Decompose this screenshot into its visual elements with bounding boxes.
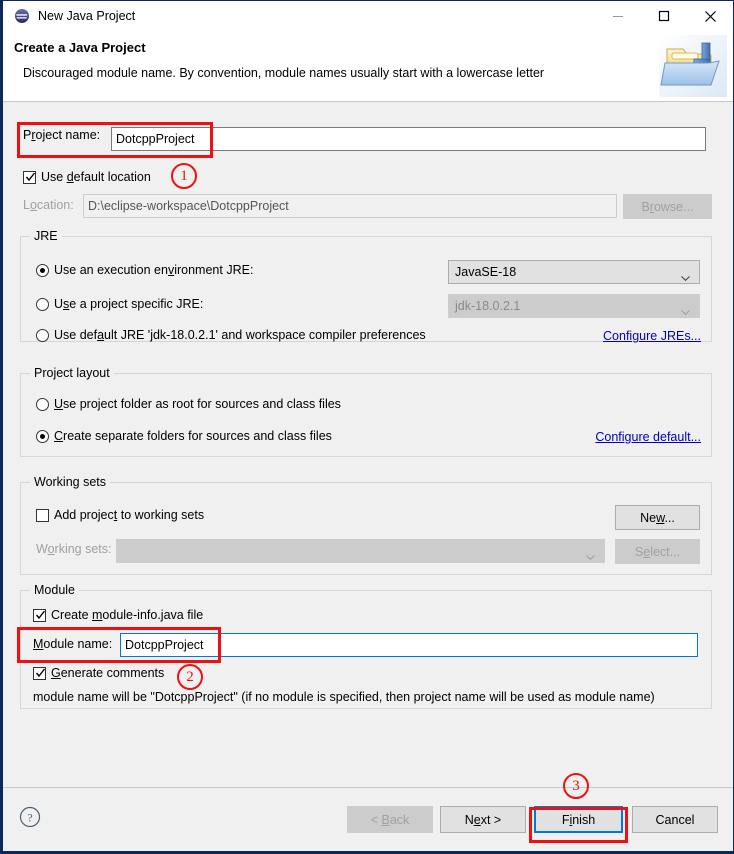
working-sets-group-title: Working sets [30, 475, 111, 489]
working-sets-label: Working sets: [36, 542, 112, 556]
module-name-value: DotcppProject [125, 638, 204, 652]
jre-group: JRE Use an execution environment JRE: Ja… [20, 229, 712, 343]
project-layout-group-title: Project layout [30, 366, 114, 380]
chevron-down-icon [681, 304, 690, 316]
page-description: Discouraged module name. By convention, … [23, 66, 545, 80]
location-label: Location: [23, 198, 74, 212]
finish-button[interactable]: Finish [534, 806, 623, 833]
configure-default-link[interactable]: Configure default... [595, 430, 701, 444]
help-icon[interactable]: ? [19, 806, 41, 828]
layout-option-separate-folders[interactable]: Create separate folders for sources and … [36, 429, 332, 443]
module-group-title: Module [30, 583, 79, 597]
module-name-label: Module name: [33, 637, 113, 651]
radio-button [36, 297, 49, 311]
location-value: D:\eclipse-workspace\DotcppProject [88, 199, 289, 213]
execution-environment-value: JavaSE-18 [455, 265, 517, 279]
chevron-down-icon [586, 549, 595, 561]
next-button[interactable]: Next > [440, 806, 526, 833]
module-group: Module Create module-info.java file Modu… [20, 583, 712, 709]
chevron-down-icon [681, 270, 690, 282]
project-name-input[interactable]: DotcppProject [111, 127, 706, 151]
project-layout-group: Project layout Use project folder as roo… [20, 366, 712, 457]
title-bar: New Java Project [3, 1, 733, 31]
layout-option-project-folder-root[interactable]: Use project folder as root for sources a… [36, 397, 341, 411]
checkbox-box [36, 508, 49, 522]
dialog-footer: ? < Back Next > Finish Cancel [3, 787, 733, 851]
cancel-button[interactable]: Cancel [632, 806, 718, 833]
window-controls [595, 1, 733, 31]
add-project-to-working-sets-checkbox[interactable]: Add project to working sets [36, 508, 204, 522]
checkbox-box [33, 666, 46, 680]
checkbox-box [33, 608, 46, 622]
new-working-set-button[interactable]: New... [615, 505, 700, 530]
jre-group-title: JRE [30, 229, 62, 243]
radio-button [36, 397, 49, 411]
browse-button[interactable]: Browse... [623, 194, 712, 219]
project-specific-jre-value: jdk-18.0.2.1 [455, 299, 521, 313]
radio-button [36, 263, 49, 277]
maximize-button[interactable] [641, 1, 687, 31]
java-project-folder-icon [659, 35, 727, 97]
project-name-label: Project name: [23, 128, 101, 142]
jre-option-default[interactable]: Use default JRE 'jdk-18.0.2.1' and works… [36, 328, 426, 342]
jre-option-project-specific[interactable]: Use a project specific JRE: [36, 297, 203, 311]
working-sets-combo[interactable] [116, 539, 605, 563]
use-default-location-checkbox[interactable]: Use default location [23, 170, 151, 184]
new-java-project-dialog: New Java Project Create a Java Project D… [0, 0, 734, 854]
project-name-value: DotcppProject [116, 132, 195, 146]
check-icon [35, 609, 46, 621]
page-title: Create a Java Project [14, 40, 146, 55]
svg-text:?: ? [27, 811, 32, 825]
jre-option-execution-environment[interactable]: Use an execution environment JRE: [36, 263, 253, 277]
execution-environment-combo[interactable]: JavaSE-18 [448, 260, 700, 284]
location-input[interactable]: D:\eclipse-workspace\DotcppProject [83, 194, 617, 218]
project-specific-jre-combo[interactable]: jdk-18.0.2.1 [448, 294, 700, 318]
radio-button [36, 429, 49, 443]
check-icon [35, 667, 46, 679]
working-sets-group: Working sets Add project to working sets… [20, 475, 712, 575]
eclipse-icon [14, 8, 30, 24]
select-working-sets-button[interactable]: Select... [615, 539, 700, 564]
module-name-hint: module name will be "DotcppProject" (if … [33, 690, 655, 704]
radio-button [36, 328, 49, 342]
create-module-info-checkbox[interactable]: Create module-info.java file [33, 608, 203, 622]
configure-jres-link[interactable]: Configure JREs... [603, 329, 701, 343]
wizard-header: Create a Java Project Discouraged module… [3, 31, 733, 102]
checkbox-box [23, 170, 36, 184]
check-icon [25, 171, 36, 183]
minimize-button[interactable] [595, 1, 641, 31]
wizard-body: Project name: DotcppProject Use default … [3, 102, 733, 788]
window-title: New Java Project [38, 9, 136, 23]
back-button[interactable]: < Back [347, 806, 433, 833]
module-name-input[interactable]: DotcppProject [120, 633, 698, 657]
close-button[interactable] [687, 1, 733, 31]
generate-comments-checkbox[interactable]: Generate comments [33, 666, 164, 680]
